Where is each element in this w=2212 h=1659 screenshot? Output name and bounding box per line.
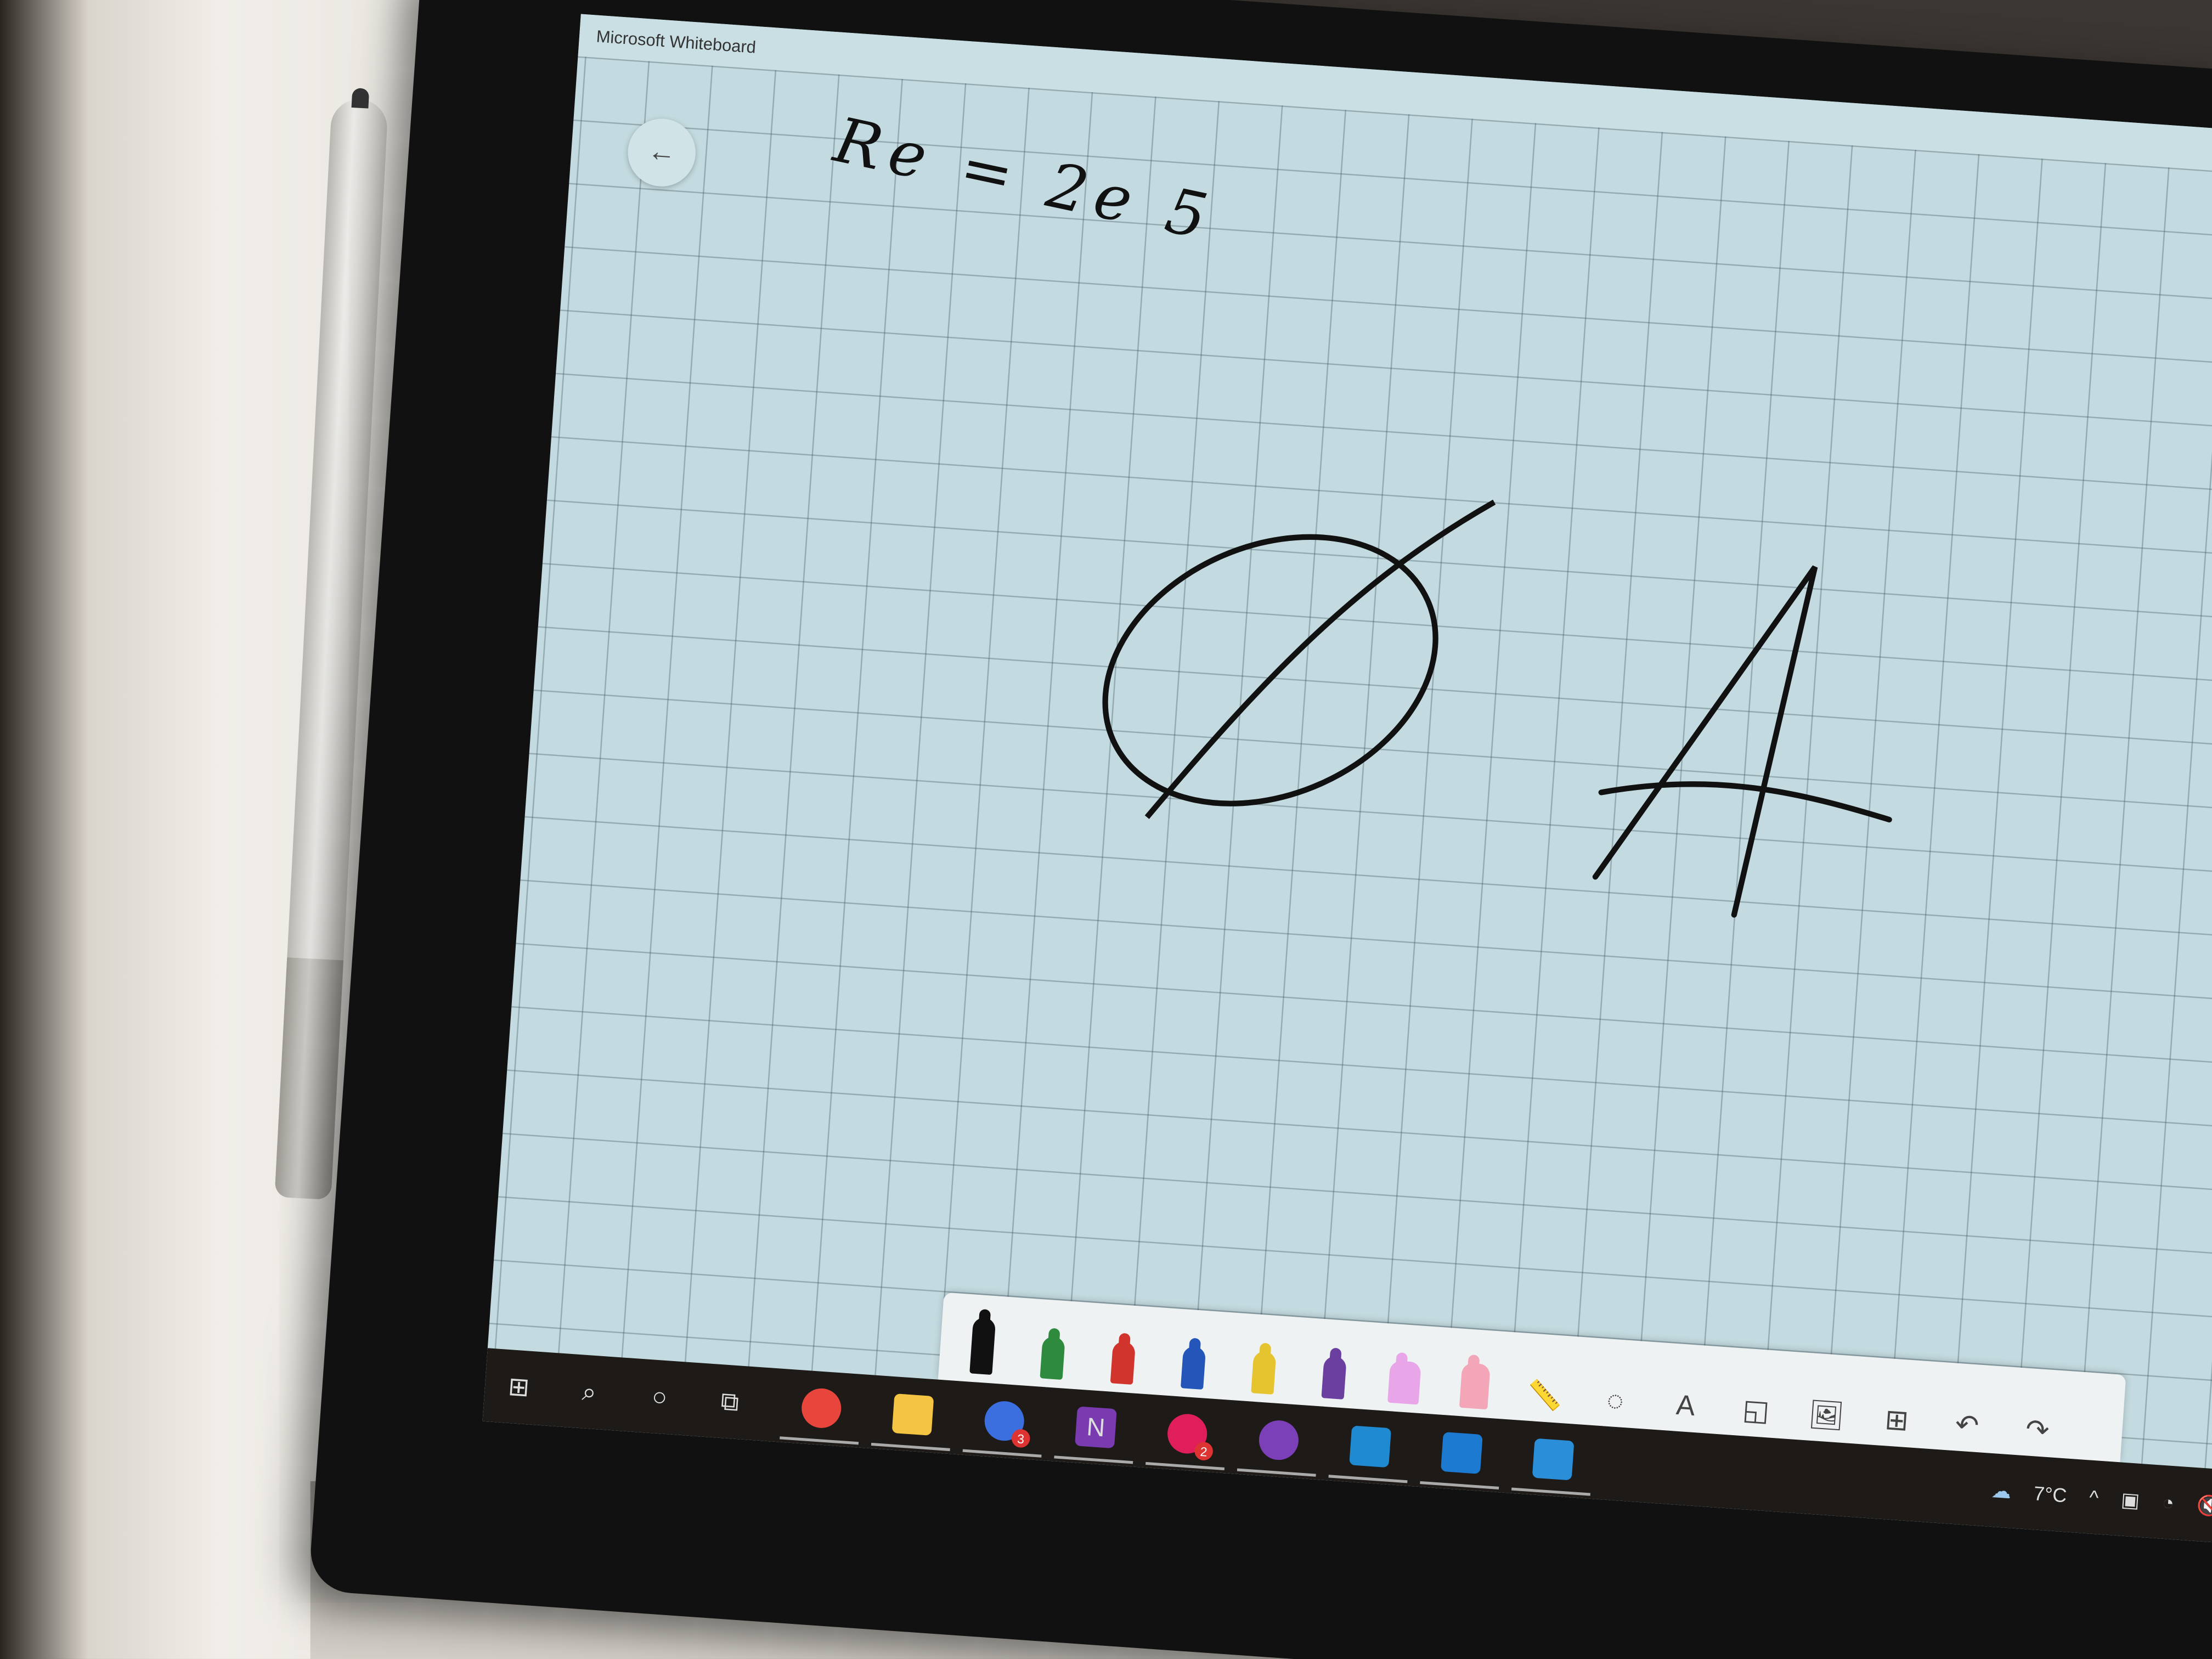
volume-muted-icon[interactable]: 🔇 bbox=[2196, 1492, 2212, 1518]
wifi-icon[interactable]: ◔ bbox=[2162, 1491, 2175, 1514]
redo-icon: ↷ bbox=[2024, 1414, 2051, 1448]
tool-sticky-note[interactable]: ◱ bbox=[1726, 1359, 1787, 1430]
undo-icon: ↶ bbox=[1954, 1409, 1980, 1443]
taskbar-vscode[interactable] bbox=[1349, 1425, 1392, 1468]
pen-icon bbox=[1040, 1336, 1065, 1380]
lasso-icon: ◌ bbox=[1605, 1385, 1625, 1418]
pen-cap bbox=[274, 957, 344, 1200]
tool-text[interactable]: A bbox=[1656, 1354, 1717, 1425]
tool-yellow-pen[interactable] bbox=[1234, 1324, 1295, 1396]
taskbar-github-desktop[interactable] bbox=[1257, 1419, 1300, 1462]
tool-add[interactable]: ⊞ bbox=[1867, 1369, 1928, 1440]
taskbar-outlook[interactable] bbox=[1532, 1438, 1575, 1481]
tool-red-pen[interactable] bbox=[1093, 1314, 1154, 1386]
notification-badge: 3 bbox=[1011, 1429, 1031, 1448]
search-button[interactable]: ⌕ bbox=[568, 1371, 611, 1413]
ink-letter-a bbox=[1592, 565, 1892, 918]
circle-icon: ○ bbox=[651, 1381, 669, 1411]
weather-icon[interactable]: ☁ bbox=[1991, 1478, 2012, 1503]
pen-icon bbox=[1110, 1341, 1136, 1385]
undo-button[interactable]: ↶ bbox=[1938, 1373, 1999, 1444]
chevron-up-icon[interactable]: ^ bbox=[2089, 1486, 2100, 1509]
image-icon: 🖼 bbox=[1807, 1399, 1846, 1433]
tool-ruler[interactable]: 📏 bbox=[1515, 1344, 1576, 1415]
task-view-icon: ⧉ bbox=[720, 1386, 740, 1416]
pen-icon bbox=[1180, 1346, 1206, 1390]
redo-button[interactable]: ↷ bbox=[2008, 1378, 2069, 1449]
highlighter-icon bbox=[1387, 1360, 1421, 1405]
network-status-icon[interactable]: ▣ bbox=[2120, 1487, 2141, 1513]
tool-lasso[interactable]: ◌ bbox=[1586, 1349, 1647, 1420]
system-tray: ☁ 7°C ^ ▣ ◔ 🔇 ✎ ☰ bbox=[1989, 1453, 2212, 1548]
tablet-device: Microsoft Whiteboard ← Re = 2e 5 📏 ◌ A ◱… bbox=[308, 0, 2212, 1659]
pen-tip bbox=[351, 88, 370, 109]
tool-green-pen[interactable] bbox=[1023, 1310, 1084, 1381]
pen-icon bbox=[969, 1317, 996, 1375]
tool-image[interactable]: 🖼 bbox=[1797, 1364, 1858, 1435]
pen-icon bbox=[1251, 1351, 1277, 1395]
tool-purple-pen[interactable] bbox=[1305, 1329, 1365, 1401]
start-button[interactable]: ⊞ bbox=[498, 1366, 540, 1408]
text-icon: A bbox=[1675, 1390, 1696, 1423]
tool-highlighter[interactable] bbox=[1375, 1334, 1436, 1406]
tool-black-pen[interactable] bbox=[952, 1305, 1013, 1376]
taskbar-whiteboard[interactable] bbox=[1440, 1432, 1483, 1474]
taskbar-slack[interactable]: 2 bbox=[1166, 1413, 1214, 1462]
pen-icon bbox=[1321, 1356, 1347, 1400]
taskbar-onenote[interactable]: N bbox=[1075, 1406, 1117, 1449]
ruler-icon: 📏 bbox=[1526, 1380, 1564, 1414]
task-view-button[interactable]: ⧉ bbox=[709, 1381, 751, 1423]
tool-eraser[interactable] bbox=[1445, 1339, 1506, 1410]
tool-blue-pen[interactable] bbox=[1164, 1319, 1224, 1391]
windows-icon: ⊞ bbox=[507, 1371, 531, 1401]
eraser-icon bbox=[1459, 1362, 1491, 1410]
weather-temp[interactable]: 7°C bbox=[2033, 1482, 2068, 1506]
taskbar-file-explorer[interactable] bbox=[891, 1393, 934, 1436]
whiteboard-window: Microsoft Whiteboard ← Re = 2e 5 📏 ◌ A ◱… bbox=[482, 14, 2212, 1549]
notification-badge: 2 bbox=[1194, 1441, 1214, 1462]
photo-scene: Microsoft Whiteboard ← Re = 2e 5 📏 ◌ A ◱… bbox=[0, 0, 2212, 1659]
sticky-note-icon: ◱ bbox=[1741, 1395, 1770, 1428]
taskbar-chrome[interactable] bbox=[800, 1387, 843, 1430]
taskbar-discord[interactable]: 3 bbox=[983, 1400, 1031, 1448]
ink-circle bbox=[1102, 534, 1438, 806]
search-icon: ⌕ bbox=[581, 1376, 597, 1406]
plus-box-icon: ⊞ bbox=[1883, 1404, 1910, 1438]
ink-canvas[interactable] bbox=[483, 14, 2212, 1549]
onenote-icon: N bbox=[1086, 1412, 1106, 1442]
cortana-button[interactable]: ○ bbox=[639, 1376, 681, 1418]
